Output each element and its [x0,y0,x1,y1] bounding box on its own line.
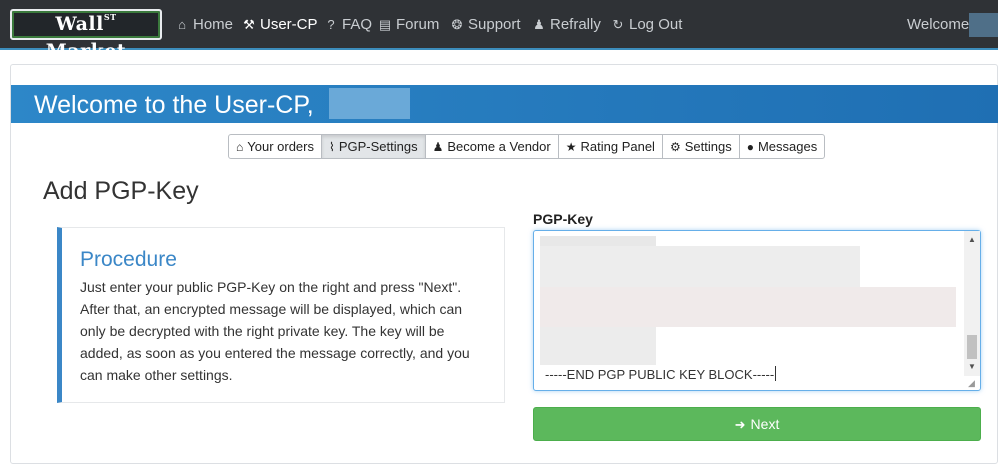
chat-bubble-icon: ● [746,140,754,154]
tab-messages[interactable]: ● Messages [740,135,825,158]
redacted-key-block [540,246,860,288]
banner-title: Welcome to the User-CP, [34,91,314,119]
resize-grip-icon[interactable]: ◢ [968,378,978,388]
book-icon: ▤ [378,17,392,32]
logout-icon: ↻ [612,17,624,32]
nav-forum-label: Forum [396,16,440,33]
usercp-tabs: ⌂ Your orders ⌇ PGP-Settings ♟ Become a Ven… [228,134,826,159]
next-button[interactable]: ➜ Next [533,407,981,441]
arrow-right-icon: ➜ [734,417,746,432]
nav-refrally-label: Refrally [550,16,601,33]
tab-messages-label: Messages [757,139,818,154]
tab-pgp-settings[interactable]: ⌇ PGP-Settings [321,135,426,158]
tab-settings[interactable]: ⚙ Settings [663,135,740,158]
tab-become-vendor[interactable]: ♟ Become a Vendor [426,135,559,158]
next-button-label: Next [750,416,780,432]
tab-become-vendor-label: Become a Vendor [447,139,551,154]
brand-logo[interactable]: WallST Market [10,9,162,62]
procedure-text: Just enter your public PGP-Key on the ri… [80,279,470,383]
nav-logout-label: Log Out [629,16,683,33]
home-icon: ⌂ [178,17,186,32]
pgp-key-end-line: -----END PGP PUBLIC KEY BLOCK----- [545,365,777,385]
pgp-key-end-text: -----END PGP PUBLIC KEY BLOCK----- [545,367,775,382]
brand-logo-sup: ST [103,12,117,22]
tab-your-orders[interactable]: ⌂ Your orders [229,135,322,158]
redacted-key-block [540,327,656,365]
nav-support-label: Support [468,16,521,33]
nav-faq[interactable]: ? FAQ [324,15,372,35]
nav-user-cp-label: User-CP [260,16,318,33]
redacted-username [969,13,998,37]
nav-forum[interactable]: ▤ Forum [378,15,440,35]
scroll-down-icon[interactable]: ▼ [964,360,980,374]
scrollbar-thumb[interactable] [967,335,977,359]
thermometer-icon: ⌇ [328,140,335,154]
gear-icon: ⚙ [669,140,681,154]
tab-rating-panel[interactable]: ★ Rating Panel [559,135,663,158]
textarea-scrollbar[interactable]: ▲ ▼ [964,231,980,376]
welcome-text: Welcome, [907,16,974,33]
nav-home-label: Home [193,16,234,33]
tools-icon: ⚒ [243,17,255,32]
tab-settings-label: Settings [684,139,732,154]
star-icon: ★ [565,140,577,154]
nav-faq-label: FAQ [342,16,373,33]
brand-logo-text: Wall [55,13,104,35]
nav-user-cp[interactable]: ⚒ User-CP [242,15,318,35]
question-icon: ? [327,17,335,32]
tab-rating-panel-label: Rating Panel [580,139,655,154]
brand-logo-suffix: Market [45,40,127,62]
nav-support[interactable]: ❂ Support [450,15,521,35]
pgp-key-label: PGP-Key [533,211,593,227]
users-icon: ♟ [533,17,545,32]
procedure-title: Procedure [80,248,177,271]
lifebuoy-icon: ❂ [451,17,463,32]
nav-refrally[interactable]: ♟ Refrally [532,15,601,35]
tab-your-orders-label: Your orders [247,139,314,154]
nav-logout[interactable]: ↻ Log Out [611,15,683,35]
nav-home[interactable]: ⌂ Home [175,15,233,35]
redacted-key-block [540,287,956,327]
text-caret [775,366,777,381]
user-add-icon: ♟ [432,140,444,154]
tab-pgp-settings-label: PGP-Settings [338,139,418,154]
scroll-up-icon[interactable]: ▲ [964,233,980,247]
redacted-banner-username [329,88,410,119]
shopping-bag-icon: ⌂ [236,140,244,154]
page-title: Add PGP-Key [43,177,199,205]
